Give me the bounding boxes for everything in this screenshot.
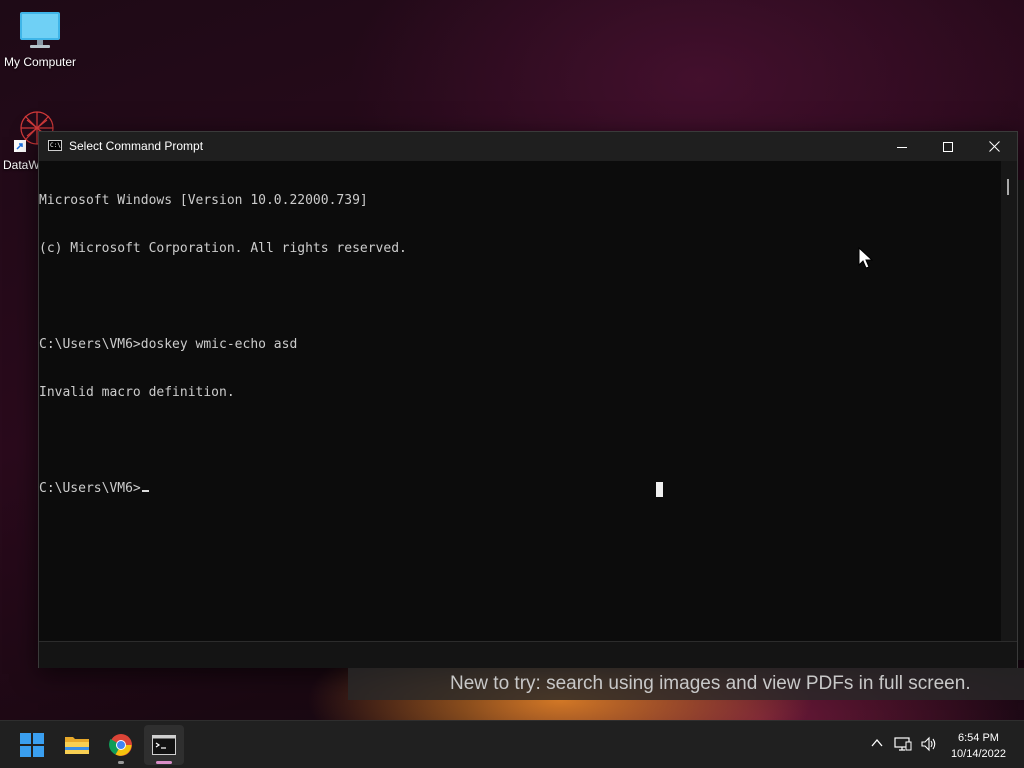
console-line: Invalid macro definition. (39, 385, 235, 400)
desktop-icon-label: DataW (3, 158, 40, 172)
console-line: Microsoft Windows [Version 10.0.22000.73… (39, 193, 368, 208)
chevron-up-icon[interactable] (870, 736, 884, 750)
taskbar-command-prompt[interactable] (144, 725, 184, 765)
cmd-icon (152, 735, 176, 755)
console-output[interactable]: Microsoft Windows [Version 10.0.22000.73… (39, 161, 1001, 641)
folder-icon (65, 737, 89, 754)
notification-banner[interactable]: New to try: search using images and view… (348, 668, 1024, 700)
desktop: My Computer DataW C:\ Select Command Pro… (0, 0, 1024, 768)
taskbar-file-explorer[interactable] (57, 725, 97, 765)
maximize-button[interactable] (925, 132, 971, 161)
command-prompt-window[interactable]: C:\ Select Command Prompt Microsoft Wind… (38, 131, 1018, 668)
network-icon[interactable] (894, 736, 912, 752)
console-prompt-line[interactable]: C:\Users\VM6> (39, 481, 1001, 497)
chrome-icon (109, 734, 132, 756)
clock-date: 10/14/2022 (950, 748, 1006, 760)
active-indicator (156, 761, 172, 764)
close-icon (988, 141, 1000, 152)
clock-time: 6:54 PM (957, 732, 999, 744)
maximize-icon (943, 141, 953, 152)
windows-start-icon (20, 733, 44, 757)
monitor-icon (20, 12, 60, 48)
scrollbar-thumb[interactable] (1007, 179, 1009, 195)
running-indicator (118, 761, 124, 764)
console-prompt: C:\Users\VM6> (39, 481, 141, 496)
minimize-icon (897, 146, 907, 148)
desktop-icon-label: My Computer (3, 55, 77, 69)
start-button[interactable] (12, 725, 52, 765)
vertical-scrollbar[interactable] (1001, 161, 1017, 641)
window-titlebar[interactable]: C:\ Select Command Prompt (39, 132, 1017, 161)
system-tray: 6:54 PM 10/14/2022 (844, 721, 1024, 768)
window-title: Select Command Prompt (69, 139, 204, 153)
close-button[interactable] (971, 132, 1017, 161)
clock[interactable]: 6:54 PM 10/14/2022 (951, 730, 1006, 762)
volume-icon[interactable] (920, 736, 938, 752)
selection-block-cursor (656, 482, 663, 497)
taskbar-chrome[interactable] (101, 725, 141, 765)
minimize-button[interactable] (879, 132, 925, 161)
mouse-pointer-icon (858, 247, 874, 269)
cmd-icon: C:\ (48, 140, 62, 151)
console-bottom-bar (39, 641, 1017, 668)
desktop-icon-my-computer[interactable]: My Computer (0, 10, 80, 69)
text-cursor (141, 490, 149, 492)
console-line: (c) Microsoft Corporation. All rights re… (39, 241, 407, 256)
taskbar: 6:54 PM 10/14/2022 (0, 720, 1024, 768)
console-line: C:\Users\VM6>doskey wmic-echo asd (39, 337, 298, 352)
shortcut-arrow-icon (14, 140, 26, 152)
